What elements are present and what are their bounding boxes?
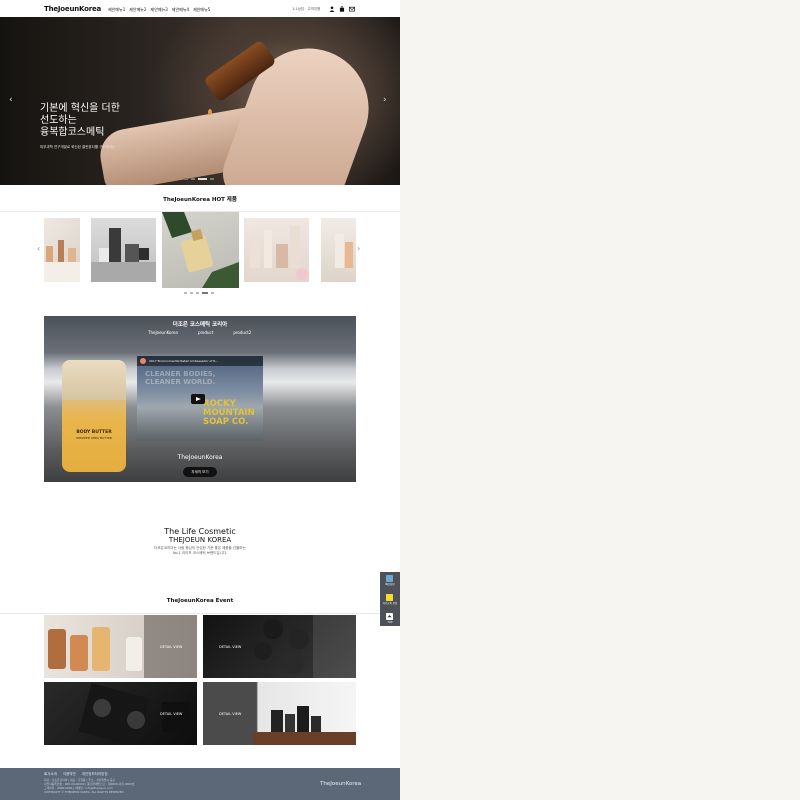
mail-icon[interactable]	[349, 6, 355, 12]
nav-item-5[interactable]: 제안메뉴5	[193, 7, 210, 13]
event-label-3[interactable]: DETAIL VIEW	[160, 712, 182, 716]
product-image-1	[44, 240, 80, 282]
event-card-1[interactable]: DETAIL VIEW	[44, 615, 197, 678]
hero-title-line1: 기본에 혁신을 더한	[40, 103, 120, 114]
hero-title-line3: 융복합코스메틱	[40, 127, 105, 138]
nav-item-2[interactable]: 제안메뉴2	[129, 7, 146, 13]
product-image-5	[335, 234, 353, 268]
header: TheJoeunKorea 제안메뉴1 제안메뉴2 제안메뉴3 제안메뉴4 제안…	[0, 0, 400, 18]
video-overlay-line2: CLEANER WORLD.	[145, 378, 216, 386]
hero-prev-icon[interactable]: ‹	[9, 95, 13, 105]
nav-item-4[interactable]: 제안메뉴4	[172, 7, 189, 13]
hero-next-icon[interactable]: ›	[383, 95, 387, 105]
products-dot-5[interactable]	[211, 292, 214, 294]
video-overlay-text: CLEANER BODIES, CLEANER WORLD.	[145, 370, 215, 386]
footer-copyright: COPYRIGHT © THEJOEUN KOREA. ALL RIGHTS R…	[44, 790, 125, 794]
footer-brand: TheJoeunKorea	[320, 781, 362, 787]
life-title: The Life Cosmetic	[164, 527, 236, 536]
video-overlay-line1: CLEANER BODIES,	[145, 370, 216, 378]
product-card-4[interactable]	[244, 218, 309, 282]
hero-dot-3[interactable]	[198, 178, 207, 180]
tube-cap	[62, 360, 126, 400]
hero-dot-2[interactable]	[191, 178, 195, 180]
product-image-3	[162, 212, 239, 288]
event-card-4[interactable]: DETAIL VIEW	[203, 682, 356, 745]
kakao-icon[interactable]	[386, 594, 393, 601]
nav-item-3[interactable]: 제안메뉴3	[151, 7, 168, 13]
hero-title-line2: 선도하는	[40, 115, 77, 126]
hero-subtitle: 피부과학 연구개발로 혁신된 클린뷰티를 구도해내는	[40, 145, 116, 149]
product-image-2	[91, 228, 156, 282]
life-brand: THEJOEUN KOREA	[168, 536, 232, 544]
page: TheJoeunKorea 제안메뉴1 제안메뉴2 제안메뉴3 제안메뉴4 제안…	[0, 0, 400, 800]
video-tab-2[interactable]: product	[198, 330, 213, 335]
video-tab-3[interactable]: product2	[233, 330, 251, 335]
products-dot-4[interactable]	[202, 292, 208, 294]
hero-dot-1[interactable]	[184, 178, 188, 180]
top-icon[interactable]	[386, 613, 393, 620]
hero-drop	[208, 109, 212, 115]
footer-link-3[interactable]: 개인정보처리방침	[82, 772, 108, 777]
logo[interactable]: TheJoeunKorea	[44, 5, 101, 13]
channel-avatar	[140, 358, 146, 364]
util-links[interactable]: 1:1상담 · 고객지원	[292, 7, 320, 12]
product-card-3[interactable]	[162, 212, 239, 288]
view-more-button[interactable]: 자세히 보기	[183, 467, 217, 477]
hero-banner[interactable]: 기본에 혁신을 더한 선도하는 융복합코스메틱 피부과학 연구개발로 혁신된 클…	[0, 17, 400, 185]
play-icon[interactable]	[191, 394, 205, 404]
product-card-5[interactable]	[321, 218, 356, 282]
hero-pagination	[184, 178, 214, 180]
event-card-2[interactable]: DETAIL VIEW	[203, 615, 356, 678]
product-image-4	[250, 226, 308, 280]
event-card-3[interactable]: DETAIL VIEW	[44, 682, 197, 745]
tube-label: BODY BUTTER	[76, 430, 112, 435]
video-brand-line3: SOAP CO.	[203, 417, 249, 427]
event-label-4[interactable]: DETAIL VIEW	[219, 712, 241, 716]
bag-icon[interactable]	[339, 6, 345, 12]
quick-item-3[interactable]: TOP	[380, 621, 400, 624]
products-title: TheJoeunKorea HOT 제품	[163, 197, 237, 203]
quick-item-2[interactable]: 카카오톡 상담	[380, 602, 400, 605]
consult-icon[interactable]	[386, 575, 393, 582]
hero-title: 기본에 혁신을 더한 선도하는 융복합코스메틱	[40, 103, 160, 139]
life-description: 더조은코리아는 사람 중심의 안심한 기준 좋은 제품을 선물하는 No.1 라…	[0, 546, 400, 556]
product-card-1[interactable]	[44, 218, 80, 282]
events-title: TheJoeunKorea Event	[166, 598, 234, 604]
products-dot-2[interactable]	[190, 292, 193, 294]
products-prev-icon[interactable]: ‹	[37, 244, 40, 253]
video-brand-text: ROCKY MOUNTAIN SOAP CO.	[203, 400, 255, 427]
footer-link-2[interactable]: 이용약관	[63, 772, 76, 777]
events-divider	[0, 613, 400, 614]
products-dot-3[interactable]	[196, 292, 199, 294]
video-titlebar: 2017 Environmental Retail Ambassador of …	[137, 356, 263, 366]
video-player[interactable]: 2017 Environmental Retail Ambassador of …	[137, 356, 263, 441]
video-brand: TheJoeunKorea	[177, 454, 223, 461]
quick-menu: 빠른상담 카카오톡 상담 TOP	[380, 572, 400, 626]
products-next-icon[interactable]: ›	[357, 244, 360, 253]
tube-sublabel: WHIPPED SHEA BUTTER	[76, 436, 112, 440]
footer-info: 회사 : 더조은코리아 | 대표 : 홍길동 | 주소 : 서울특별시 중구 사…	[44, 778, 244, 794]
product-card-2[interactable]	[91, 218, 156, 282]
products-pagination	[184, 292, 214, 294]
footer-links: 회사소개 이용약관 개인정보처리방침	[44, 772, 108, 777]
products-dot-1[interactable]	[184, 292, 187, 294]
nav-item-1[interactable]: 제안메뉴1	[108, 7, 125, 13]
life-desc-line2: No.1 라이프 코스메틱 브랜드입니다.	[172, 551, 228, 555]
user-icon[interactable]	[329, 6, 335, 12]
video-title[interactable]: 2017 Environmental Retail Ambassador of …	[149, 359, 239, 363]
video-tab-1[interactable]: TheJoeunKorea	[148, 330, 178, 335]
hero-dot-4[interactable]	[210, 178, 214, 180]
event-label-1[interactable]: DETAIL VIEW	[160, 645, 182, 649]
video-tabs: TheJoeunKorea product product2	[148, 330, 251, 335]
quick-item-1[interactable]: 빠른상담	[380, 583, 400, 586]
event-label-2[interactable]: DETAIL VIEW	[219, 645, 241, 649]
video-section: 더조은 코스메틱 코리아 TheJoeunKorea product produ…	[44, 316, 356, 482]
footer-link-1[interactable]: 회사소개	[44, 772, 57, 777]
main-nav: 제안메뉴1 제안메뉴2 제안메뉴3 제안메뉴4 제안메뉴5	[108, 7, 210, 13]
video-section-title: 더조은 코스메틱 코리아	[172, 322, 228, 328]
